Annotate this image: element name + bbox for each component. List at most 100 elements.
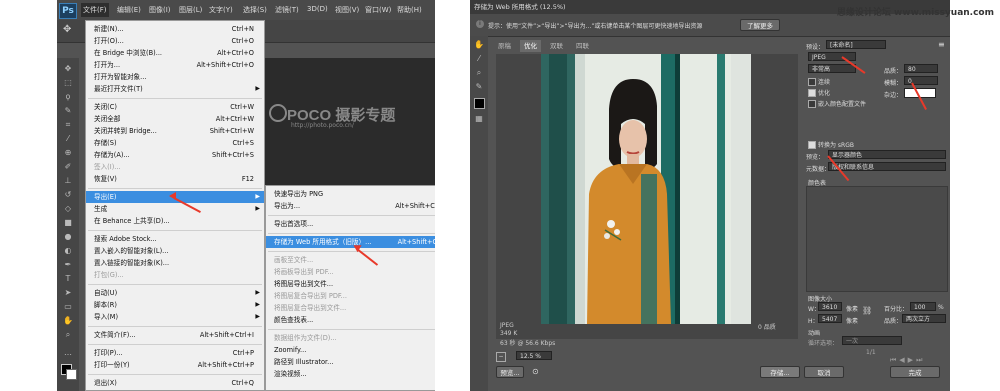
shape-tool-icon[interactable]: ▭ bbox=[63, 302, 73, 312]
eyedropper-color-swatch[interactable] bbox=[474, 98, 485, 109]
menu-help[interactable]: 帮助(H) bbox=[397, 5, 422, 15]
zoom-tool-icon[interactable]: ⌕ bbox=[474, 68, 484, 78]
eyedropper-tool-icon[interactable]: ✎ bbox=[474, 82, 484, 92]
menu-file[interactable]: 文件(F) bbox=[81, 3, 109, 17]
menu-item-automate[interactable]: 自动(U) ▶ bbox=[86, 287, 264, 299]
link-icon[interactable]: ⛓ bbox=[862, 306, 872, 315]
brush-tool-icon[interactable]: ✐ bbox=[63, 162, 73, 172]
menu-image[interactable]: 图像(I) bbox=[149, 5, 171, 15]
menu-item-open-as[interactable]: 打开为... Alt+Shift+Ctrl+O bbox=[86, 59, 264, 71]
tab-original[interactable]: 原稿 bbox=[494, 40, 515, 52]
tab-optimized[interactable]: 优化 bbox=[520, 40, 541, 52]
menu-item-place-linked[interactable]: 置入链接的智能对象(K)... bbox=[86, 257, 264, 269]
healing-tool-icon[interactable]: ⊕ bbox=[63, 148, 73, 158]
menu-item-open-smart-object[interactable]: 打开为智能对象... bbox=[86, 71, 264, 83]
menu-3d[interactable]: 3D(D) bbox=[307, 5, 328, 13]
optimized-checkbox[interactable] bbox=[808, 89, 816, 97]
submenu-item-save-for-web[interactable]: 存储为 Web 所用格式（旧版）...Alt+Shift+Ctrl+S bbox=[266, 236, 435, 248]
menu-window[interactable]: 窗口(W) bbox=[365, 5, 391, 15]
more-tools-icon[interactable]: … bbox=[63, 348, 73, 358]
menu-item-browse-bridge[interactable]: 在 Bridge 中浏览(B)... Alt+Ctrl+O bbox=[86, 47, 264, 59]
menu-item-file-info[interactable]: 文件简介(F)... Alt+Shift+Ctrl+I bbox=[86, 329, 264, 341]
percent-input[interactable]: 100 bbox=[910, 302, 936, 311]
zoom-tool-icon[interactable]: ⌕ bbox=[63, 330, 73, 340]
crop-tool-icon[interactable]: ⌗ bbox=[63, 120, 73, 130]
tab-4up[interactable]: 四联 bbox=[572, 40, 593, 52]
menu-item-print[interactable]: 打印(P)... Ctrl+P bbox=[86, 347, 264, 359]
eraser-tool-icon[interactable]: ◇ bbox=[63, 204, 73, 214]
resample-select[interactable]: 两次立方 bbox=[902, 314, 946, 323]
menu-item-exit[interactable]: 退出(X) Ctrl+Q bbox=[86, 377, 264, 389]
save-button[interactable]: 存储... bbox=[760, 366, 800, 378]
menu-filter[interactable]: 滤镜(T) bbox=[275, 5, 299, 15]
menu-item-close-all[interactable]: 关闭全部 Alt+Ctrl+W bbox=[86, 113, 264, 125]
blur-input[interactable]: 0 bbox=[904, 76, 938, 85]
move-tool-icon[interactable]: ✥ bbox=[63, 64, 73, 74]
dodge-tool-icon[interactable]: ◐ bbox=[63, 246, 73, 256]
submenu-item-export-as[interactable]: 导出为... Alt+Shift+Ctrl+W bbox=[266, 200, 435, 212]
menu-item-search-stock[interactable]: 搜索 Adobe Stock... bbox=[86, 233, 264, 245]
menu-item-close[interactable]: 关闭(C) Ctrl+W bbox=[86, 101, 264, 113]
progressive-checkbox[interactable] bbox=[808, 78, 816, 86]
menu-item-recent-files[interactable]: 最近打开文件(T) ▶ bbox=[86, 83, 264, 95]
eyedropper-tool-icon[interactable]: ⁄ bbox=[63, 134, 73, 144]
hand-tool-icon[interactable]: ✋ bbox=[63, 316, 73, 326]
zoom-select[interactable]: 12.5 % bbox=[516, 351, 552, 360]
menu-item-place-embedded[interactable]: 置入嵌入的智能对象(L)... bbox=[86, 245, 264, 257]
metadata-select[interactable]: 版权和联系信息 bbox=[828, 162, 946, 171]
stamp-tool-icon[interactable]: ⊥ bbox=[63, 176, 73, 186]
quality-level-select[interactable]: 非常高 bbox=[808, 64, 856, 73]
menu-item-generate[interactable]: 生成 ▶ bbox=[86, 203, 264, 215]
preview-select[interactable]: 显示器颜色 bbox=[828, 150, 946, 159]
height-input[interactable]: 5407 bbox=[818, 314, 842, 323]
lasso-tool-icon[interactable]: ϙ bbox=[63, 92, 73, 102]
gradient-tool-icon[interactable]: ■ bbox=[63, 218, 73, 228]
menu-type[interactable]: 文字(Y) bbox=[209, 5, 233, 15]
zoom-out-icon[interactable]: − bbox=[496, 352, 506, 362]
preset-select[interactable]: [未命名] bbox=[826, 40, 886, 49]
menu-edit[interactable]: 编辑(E) bbox=[117, 5, 141, 15]
submenu-item-color-lookup[interactable]: 颜色查找表... bbox=[266, 314, 435, 326]
convert-srgb-checkbox[interactable] bbox=[808, 141, 816, 149]
menu-item-scripts[interactable]: 脚本(R) ▶ bbox=[86, 299, 264, 311]
toggle-slices-icon[interactable]: ▦ bbox=[474, 114, 484, 124]
submenu-item-export-prefs[interactable]: 导出首选项... bbox=[266, 218, 435, 230]
menu-select[interactable]: 选择(S) bbox=[243, 5, 267, 15]
submenu-item-render-video[interactable]: 渲染视频... bbox=[266, 368, 435, 380]
menu-item-revert[interactable]: 恢复(V) F12 bbox=[86, 173, 264, 185]
move-tool-icon[interactable]: ✥ bbox=[63, 24, 71, 35]
menu-item-close-go-bridge[interactable]: 关闭并转到 Bridge... Shift+Ctrl+W bbox=[86, 125, 264, 137]
pen-tool-icon[interactable]: ✒ bbox=[63, 260, 73, 270]
menu-item-save-as[interactable]: 存储为(A)... Shift+Ctrl+S bbox=[86, 149, 264, 161]
slice-select-icon[interactable]: ⁄ bbox=[474, 54, 484, 64]
menu-view[interactable]: 视图(V) bbox=[335, 5, 359, 15]
quick-select-tool-icon[interactable]: ✎ bbox=[63, 106, 73, 116]
hand-tool-icon[interactable]: ✋ bbox=[474, 40, 484, 50]
menu-item-save[interactable]: 存储(S) Ctrl+S bbox=[86, 137, 264, 149]
marquee-tool-icon[interactable]: ⬚ bbox=[63, 78, 73, 88]
path-select-icon[interactable]: ➤ bbox=[63, 288, 73, 298]
submenu-item-zoomify[interactable]: Zoomify... bbox=[266, 344, 435, 356]
tab-2up[interactable]: 双联 bbox=[546, 40, 567, 52]
blur-tool-icon[interactable]: ● bbox=[63, 232, 73, 242]
menu-layer[interactable]: 图层(L) bbox=[179, 5, 202, 15]
menu-item-open[interactable]: 打开(O)... Ctrl+O bbox=[86, 35, 264, 47]
width-input[interactable]: 3610 bbox=[818, 302, 842, 311]
optimized-preview[interactable]: JPEG 349 K 63 秒 @ 56.6 Kbps 0 品质 bbox=[496, 54, 798, 347]
preview-button[interactable]: 预览... bbox=[496, 366, 524, 378]
embed-profile-checkbox[interactable] bbox=[808, 100, 816, 108]
browser-preview-icon[interactable]: ⊙ bbox=[532, 367, 539, 376]
submenu-item-paths-illustrator[interactable]: 路径到 Illustrator... bbox=[266, 356, 435, 368]
background-color-swatch[interactable] bbox=[66, 369, 77, 380]
learn-more-button[interactable]: 了解更多 bbox=[740, 19, 780, 31]
settings-menu-icon[interactable]: ≡ bbox=[938, 40, 945, 49]
quality-input[interactable]: 80 bbox=[904, 64, 938, 73]
menu-item-import[interactable]: 导入(M) ▶ bbox=[86, 311, 264, 323]
type-tool-icon[interactable]: T bbox=[63, 274, 73, 284]
menu-item-share-behance[interactable]: 在 Behance 上共享(D)... bbox=[86, 215, 264, 227]
history-brush-icon[interactable]: ↺ bbox=[63, 190, 73, 200]
submenu-item-layers-files[interactable]: 将图层导出到文件... bbox=[266, 278, 435, 290]
menu-item-print-one[interactable]: 打印一份(Y) Alt+Shift+Ctrl+P bbox=[86, 359, 264, 371]
menu-item-new[interactable]: 新建(N)... Ctrl+N bbox=[86, 23, 264, 35]
submenu-item-quick-export-png[interactable]: 快速导出为 PNG bbox=[266, 188, 435, 200]
